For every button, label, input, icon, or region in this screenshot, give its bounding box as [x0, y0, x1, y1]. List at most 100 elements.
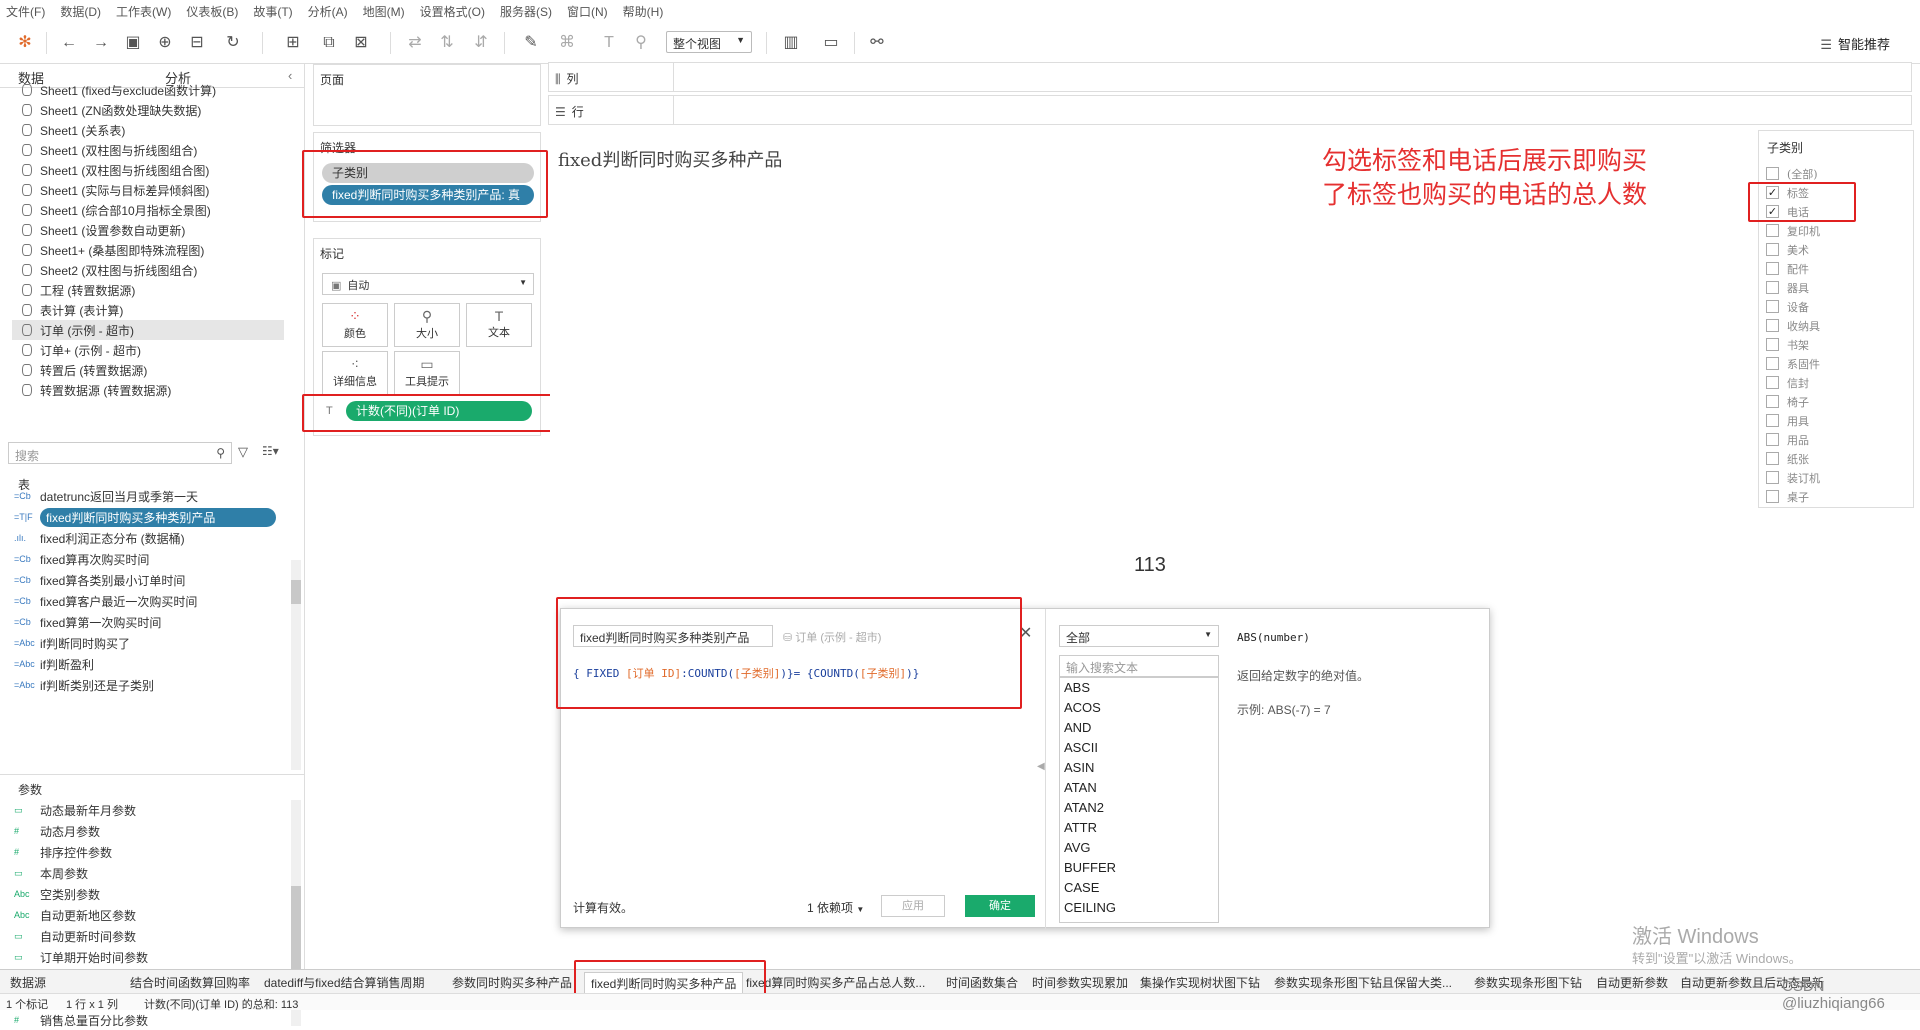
filter-option[interactable]: 装订机	[1766, 468, 1820, 487]
datasource-item[interactable]: Sheet1 (双柱图与折线图组合图)	[22, 160, 209, 180]
highlight-icon[interactable]: ✎	[520, 32, 542, 54]
filter-option[interactable]: 器具	[1766, 278, 1809, 297]
function-list[interactable]: ABS ACOS AND ASCII ASIN ATAN ATAN2 ATTR AVG BUFFE…	[1059, 677, 1219, 923]
collapse-icon[interactable]: ‹	[288, 68, 292, 83]
labels-icon[interactable]: T	[598, 32, 620, 54]
tableau-logo-icon[interactable]: ✻	[14, 32, 36, 54]
field-item[interactable]: =Cb fixed算再次购买时间	[14, 549, 149, 569]
size-button[interactable]: ⚲ 大小	[394, 303, 460, 347]
param-item[interactable]: # 动态月参数	[14, 821, 100, 841]
menu-item[interactable]: 文件(F)	[6, 3, 45, 20]
fit-dropdown[interactable]: 整个视图 ▼	[666, 31, 752, 53]
filter-option[interactable]: 系固件	[1766, 354, 1820, 373]
sheet-tab[interactable]: 参数实现条形图下钻且保留大类...	[1274, 974, 1452, 991]
checkbox[interactable]	[1766, 433, 1779, 446]
sheet-tab[interactable]: fixed算同时购买多产品占总人数...	[746, 974, 925, 991]
fields-scrollbar[interactable]	[291, 560, 301, 770]
text-button[interactable]: T 文本	[466, 303, 532, 347]
pin-icon[interactable]: ⚲	[630, 32, 652, 54]
filter-option[interactable]: 配件	[1766, 259, 1809, 278]
search-input[interactable]: 搜索 ⚲	[8, 442, 232, 464]
function-item[interactable]: ABS	[1064, 680, 1090, 700]
datasource-item[interactable]: 订单+ (示例 - 超市)	[22, 340, 141, 360]
field-item[interactable]: =Abc if判断类别还是子类别	[14, 675, 154, 695]
color-button[interactable]: ⁘ 颜色	[322, 303, 388, 347]
filter-option[interactable]: 复印机	[1766, 221, 1820, 240]
sheet-tab[interactable]: 时间参数实现累加	[1032, 974, 1128, 991]
filter-option[interactable]: 纸张	[1766, 449, 1809, 468]
save-icon[interactable]: ▣	[122, 32, 144, 54]
field-item[interactable]: =Cb datetrunc返回当月或季第一天	[14, 486, 198, 506]
filter-icon[interactable]: ▽	[238, 444, 248, 460]
sheet-tab[interactable]: datediff与fixed结合算销售周期	[264, 974, 425, 991]
pause-updates-icon[interactable]: ⊟	[186, 32, 208, 54]
show-me-icon[interactable]: ▥	[780, 32, 802, 54]
datasource-item[interactable]: Sheet1 (fixed与exclude函数计算)	[22, 80, 216, 100]
filter-option[interactable]: 用具	[1766, 411, 1809, 430]
apply-button[interactable]: 应用	[881, 895, 945, 917]
mark-type-dropdown[interactable]: ▣ 自动 ▼	[322, 273, 534, 295]
datasource-item[interactable]: 转置数据源 (转置数据源)	[22, 380, 171, 400]
datasource-item[interactable]: Sheet1 (综合部10月指标全景图)	[22, 200, 211, 220]
field-item[interactable]: =Abc if判断盈利	[14, 654, 94, 674]
checkbox[interactable]	[1766, 281, 1779, 294]
menu-item[interactable]: 设置格式(O)	[420, 3, 485, 20]
tooltip-button[interactable]: ▭ 工具提示	[394, 351, 460, 395]
menu-item[interactable]: 分析(A)	[308, 3, 348, 20]
function-item[interactable]: ACOS	[1064, 700, 1101, 720]
filter-option[interactable]: 书架	[1766, 335, 1809, 354]
param-item[interactable]: Abc 空类别参数	[14, 884, 100, 904]
filter-option[interactable]: 收纳具	[1766, 316, 1820, 335]
menu-item[interactable]: 故事(T)	[253, 3, 292, 20]
checkbox[interactable]	[1766, 414, 1779, 427]
datasource-item[interactable]: Sheet2 (双柱图与折线图组合)	[22, 260, 197, 280]
datasource-item[interactable]: 工程 (转置数据源)	[22, 280, 135, 300]
field-item[interactable]: =Abc if判断同时购买了	[14, 633, 130, 653]
checkbox[interactable]	[1766, 319, 1779, 332]
checkbox[interactable]	[1766, 490, 1779, 503]
filter-option[interactable]: (全部)	[1766, 164, 1818, 183]
collapse-arrow-icon[interactable]: ◀	[1037, 761, 1045, 772]
menu-item[interactable]: 窗口(N)	[567, 3, 608, 20]
function-item[interactable]: AVG	[1064, 840, 1091, 860]
checkbox[interactable]	[1766, 338, 1779, 351]
checkbox[interactable]	[1766, 452, 1779, 465]
function-item[interactable]: BUFFER	[1064, 860, 1116, 880]
sheet-tab[interactable]: 集操作实现树状图下钻	[1140, 974, 1260, 991]
menu-item[interactable]: 仪表板(B)	[186, 3, 238, 20]
datasource-item[interactable]: Sheet1 (关系表)	[22, 120, 125, 140]
checkbox[interactable]	[1766, 262, 1779, 275]
sort-desc-icon[interactable]: ⇵	[470, 32, 492, 54]
menu-item[interactable]: 工作表(W)	[116, 3, 171, 20]
sheet-tab[interactable]: 自动更新参数	[1596, 974, 1668, 991]
redo-icon[interactable]: →	[90, 32, 112, 54]
function-item[interactable]: ASCII	[1064, 740, 1098, 760]
columns-shelf[interactable]: ⫼ 列	[548, 62, 1912, 92]
menu-item[interactable]: 帮助(H)	[623, 3, 664, 20]
checkbox[interactable]	[1766, 376, 1779, 389]
share-icon[interactable]: ⚯	[866, 32, 888, 54]
param-item[interactable]: ▭ 自动更新时间参数	[14, 926, 136, 946]
param-item[interactable]: ▭ 本周参数	[14, 863, 88, 883]
datasource-item[interactable]: Sheet1 (双柱图与折线图组合)	[22, 140, 197, 160]
datasource-item[interactable]: Sheet1 (ZN函数处理缺失数据)	[22, 100, 201, 120]
sheet-tab[interactable]: 参数实现条形图下钻	[1474, 974, 1582, 991]
function-item[interactable]: ATTR	[1064, 820, 1097, 840]
field-item[interactable]: =Cb fixed算第一次购买时间	[14, 612, 161, 632]
clear-sheet-icon[interactable]: ⊠	[350, 32, 372, 54]
filter-option[interactable]: 用品	[1766, 430, 1809, 449]
fields-scrollbar-thumb[interactable]	[291, 580, 301, 604]
param-item[interactable]: # 排序控件参数	[14, 842, 112, 862]
param-item[interactable]: ▭ 订单期开始时间参数	[14, 947, 148, 967]
datasource-item[interactable]: 表计算 (表计算)	[22, 300, 123, 320]
sheet-tab[interactable]: 时间函数集合	[946, 974, 1018, 991]
checkbox[interactable]	[1766, 243, 1779, 256]
field-item[interactable]: =Cb fixed算各类别最小订单时间	[14, 570, 185, 590]
checkbox[interactable]	[1766, 167, 1779, 180]
checkbox[interactable]	[1766, 357, 1779, 370]
sheet-tab[interactable]: 参数同时购买多种产品	[452, 974, 572, 991]
checkbox[interactable]	[1766, 395, 1779, 408]
new-datasource-icon[interactable]: ⊕	[154, 32, 176, 54]
param-item[interactable]: ▭ 动态最新年月参数	[14, 800, 136, 820]
param-item[interactable]: Abc 自动更新地区参数	[14, 905, 136, 925]
